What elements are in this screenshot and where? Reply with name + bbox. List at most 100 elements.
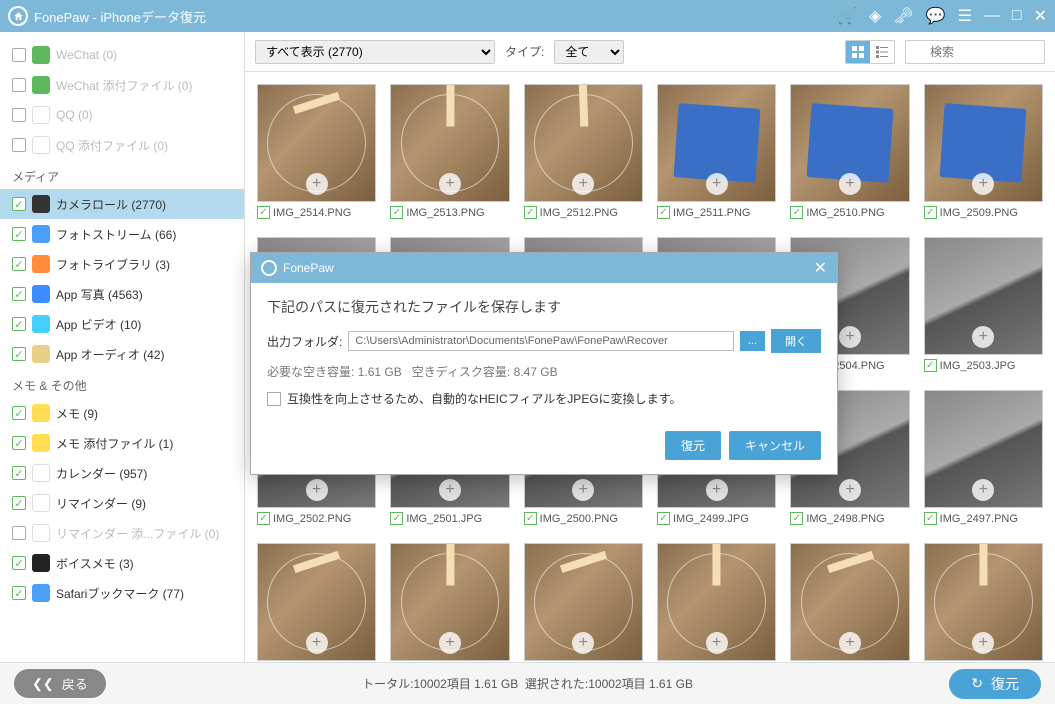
thumbnail-item[interactable]: + (257, 543, 376, 662)
thumbnail-image[interactable]: + (924, 390, 1043, 508)
thumbnail-image[interactable]: + (790, 543, 909, 661)
checkbox[interactable] (12, 197, 26, 211)
thumbnail-image[interactable]: + (657, 84, 776, 202)
thumbnail-item[interactable]: + (390, 543, 509, 662)
thumbnail-image[interactable]: + (524, 84, 643, 202)
diamond-icon[interactable]: ◈ (869, 6, 881, 26)
thumbnail-checkbox[interactable] (524, 512, 537, 525)
thumbnail-checkbox[interactable] (657, 206, 670, 219)
sidebar-item[interactable]: App 写真 (4563) (0, 279, 244, 309)
thumbnail-image[interactable]: + (390, 84, 509, 202)
thumbnail-image[interactable]: + (924, 84, 1043, 202)
thumbnail-item[interactable]: +IMG_2509.PNG (924, 84, 1043, 219)
open-folder-button[interactable]: 開く (771, 329, 821, 353)
modal-title: FonePaw (283, 261, 334, 275)
menu-icon[interactable]: ☰ (958, 6, 972, 26)
thumbnail-item[interactable]: + (524, 543, 643, 662)
sidebar-item-label: ボイスメモ (3) (56, 555, 134, 572)
thumbnail-image[interactable]: + (924, 237, 1043, 355)
checkbox[interactable] (12, 138, 26, 152)
checkbox[interactable] (12, 526, 26, 540)
back-button[interactable]: ❮❮ 戻る (14, 669, 106, 698)
sidebar-item[interactable]: メモ (9) (0, 398, 244, 428)
sidebar-item[interactable]: ボイスメモ (3) (0, 548, 244, 578)
recover-button[interactable]: ↻ 復元 (949, 669, 1041, 699)
checkbox[interactable] (12, 287, 26, 301)
thumbnail-item[interactable]: +IMG_2510.PNG (790, 84, 909, 219)
checkbox[interactable] (12, 556, 26, 570)
icon-memo (32, 404, 50, 422)
sidebar-item[interactable]: Safariブックマーク (77) (0, 578, 244, 608)
thumbnail-checkbox[interactable] (390, 512, 403, 525)
thumbnail-checkbox[interactable] (524, 206, 537, 219)
sidebar-item[interactable]: App ビデオ (10) (0, 309, 244, 339)
sidebar-item[interactable]: フォトライブラリ (3) (0, 249, 244, 279)
thumbnail-item[interactable]: + (924, 543, 1043, 662)
thumbnail-image[interactable]: + (657, 543, 776, 661)
thumbnail-item[interactable]: + (790, 543, 909, 662)
thumbnail-item[interactable]: + (657, 543, 776, 662)
thumbnail-checkbox[interactable] (924, 359, 937, 372)
home-icon[interactable] (8, 6, 28, 26)
type-filter-select[interactable]: 全て (554, 40, 624, 64)
thumbnail-item[interactable]: +IMG_2511.PNG (657, 84, 776, 219)
checkbox[interactable] (12, 227, 26, 241)
output-folder-label: 出力フォルダ: (267, 333, 342, 350)
output-path-input[interactable] (348, 331, 733, 351)
checkbox[interactable] (12, 48, 26, 62)
thumbnail-item[interactable]: +IMG_2514.PNG (257, 84, 376, 219)
thumbnail-image[interactable]: + (257, 84, 376, 202)
thumbnail-checkbox[interactable] (657, 512, 670, 525)
checkbox[interactable] (12, 496, 26, 510)
content-area: すべて表示 (2770) タイプ: 全て 🔍 +IMG_2514.PNG+IMG… (245, 32, 1055, 662)
minimize-icon[interactable]: ― (984, 7, 1000, 25)
search-input[interactable] (905, 40, 1045, 64)
thumbnail-checkbox[interactable] (390, 206, 403, 219)
thumbnail-item[interactable]: +IMG_2503.JPG (924, 237, 1043, 372)
modal-close-button[interactable]: ✕ (814, 258, 827, 278)
checkbox[interactable] (12, 406, 26, 420)
thumbnail-item[interactable]: +IMG_2513.PNG (390, 84, 509, 219)
checkbox[interactable] (12, 257, 26, 271)
sidebar-item[interactable]: カレンダー (957) (0, 458, 244, 488)
thumbnail-image[interactable]: + (924, 543, 1043, 661)
thumbnail-checkbox[interactable] (924, 512, 937, 525)
thumbnail-image[interactable]: + (524, 543, 643, 661)
browse-button[interactable]: ... (740, 331, 765, 351)
cart-icon[interactable]: 🛒 (837, 6, 857, 26)
sidebar-section-header: メモ & その他 (0, 369, 244, 398)
sidebar-item[interactable]: リマインダー (9) (0, 488, 244, 518)
checkbox[interactable] (12, 317, 26, 331)
back-icon: ❮❮ (32, 676, 54, 692)
thumbnail-image[interactable]: + (257, 543, 376, 661)
key-icon[interactable]: 🗝 (893, 6, 913, 26)
thumbnail-image[interactable]: + (390, 543, 509, 661)
thumbnail-checkbox[interactable] (257, 206, 270, 219)
chat-icon[interactable]: 💬 (926, 6, 946, 26)
sidebar-item[interactable]: メモ 添付ファイル (1) (0, 428, 244, 458)
modal-cancel-button[interactable]: キャンセル (729, 431, 821, 460)
list-view-button[interactable] (870, 41, 894, 63)
thumbnail-checkbox[interactable] (790, 512, 803, 525)
grid-view-button[interactable] (846, 41, 870, 63)
checkbox[interactable] (12, 466, 26, 480)
heic-convert-checkbox[interactable] (267, 392, 281, 406)
modal-recover-button[interactable]: 復元 (665, 431, 721, 460)
thumbnail-item[interactable]: +IMG_2497.PNG (924, 390, 1043, 525)
checkbox[interactable] (12, 586, 26, 600)
display-filter-select[interactable]: すべて表示 (2770) (255, 40, 495, 64)
checkbox[interactable] (12, 108, 26, 122)
checkbox[interactable] (12, 78, 26, 92)
sidebar-item[interactable]: フォトストリーム (66) (0, 219, 244, 249)
thumbnail-checkbox[interactable] (924, 206, 937, 219)
sidebar-item[interactable]: App オーディオ (42) (0, 339, 244, 369)
checkbox[interactable] (12, 347, 26, 361)
close-icon[interactable]: ✕ (1034, 6, 1047, 26)
checkbox[interactable] (12, 436, 26, 450)
thumbnail-item[interactable]: +IMG_2512.PNG (524, 84, 643, 219)
thumbnail-image[interactable]: + (790, 84, 909, 202)
sidebar-item[interactable]: カメラロール (2770) (0, 189, 244, 219)
maximize-icon[interactable]: □ (1012, 7, 1022, 25)
thumbnail-checkbox[interactable] (790, 206, 803, 219)
thumbnail-checkbox[interactable] (257, 512, 270, 525)
